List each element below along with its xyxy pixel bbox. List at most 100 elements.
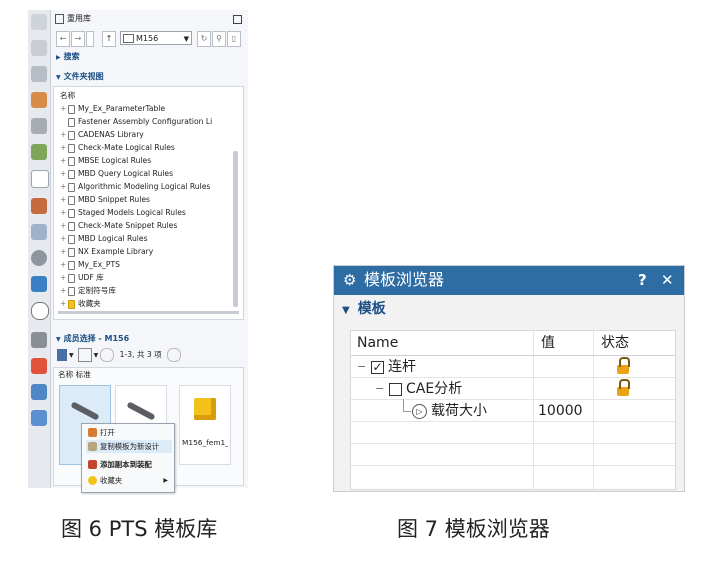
expand-toggle[interactable]: +: [60, 284, 68, 297]
constraint-icon[interactable]: [31, 118, 47, 134]
tree-item[interactable]: + Check-Mate Logical Rules: [60, 141, 220, 154]
tree-item[interactable]: + MBD Query Logical Rules: [60, 167, 220, 180]
folder-view-section-header[interactable]: ▼ 文件夹视图: [53, 70, 245, 83]
expression-play-icon: ▷: [412, 404, 427, 419]
book-icon: [68, 286, 75, 296]
history-icon[interactable]: [31, 250, 47, 266]
path-selector[interactable]: M156 ▼: [120, 31, 192, 45]
row-value[interactable]: 10000: [538, 400, 583, 422]
row-divider: [351, 443, 675, 444]
tree-item[interactable]: + MBD Snippet Rules: [60, 193, 220, 206]
checkbox-unchecked[interactable]: [389, 383, 402, 396]
row-name: 载荷大小: [431, 403, 487, 419]
hd3d-icon[interactable]: [31, 198, 47, 214]
collapse-toggle[interactable]: −: [357, 356, 366, 378]
tree-item[interactable]: + MBSE Logical Rules: [60, 154, 220, 167]
tree-item[interactable]: + Algorithmic Modeling Logical Rules: [60, 180, 220, 193]
tree-item[interactable]: + My_Ex_ParameterTable: [60, 102, 220, 115]
add-component-icon: [88, 460, 97, 469]
gear-icon[interactable]: [31, 14, 47, 30]
knowledge-icon[interactable]: [31, 358, 47, 374]
tree-item[interactable]: + CADENAS Library: [60, 128, 220, 141]
menu-item-copy-template[interactable]: 复制模板为新设计: [86, 440, 172, 453]
scrollbar[interactable]: [233, 151, 238, 307]
column-header-value[interactable]: 值: [541, 332, 555, 354]
system-icon[interactable]: [31, 410, 47, 426]
maximize-icon[interactable]: [233, 15, 242, 24]
tree-item-label: My_Ex_ParameterTable: [78, 104, 166, 113]
chevron-right-icon: ▶: [163, 477, 168, 484]
menu-item-favorites[interactable]: 收藏夹 ▶: [86, 474, 172, 487]
help-button[interactable]: ?: [638, 269, 647, 291]
column-header-name[interactable]: Name: [357, 332, 398, 354]
member-count: 1-3, 共 3 项: [119, 350, 162, 359]
filter-icon[interactable]: [77, 348, 92, 362]
expand-toggle[interactable]: +: [60, 297, 68, 310]
clock-icon[interactable]: [31, 302, 49, 320]
book-icon: [68, 273, 75, 283]
tree-column-header: 名称: [60, 91, 76, 100]
book-icon: [68, 221, 75, 231]
assembly-navigator-icon[interactable]: [31, 92, 47, 108]
expand-toggle[interactable]: +: [60, 219, 68, 232]
roles-icon[interactable]: [31, 144, 47, 160]
tree-item[interactable]: + NX Example Library: [60, 245, 220, 258]
library-button[interactable]: ▯: [227, 31, 241, 47]
tree-item[interactable]: + My_Ex_PTS: [60, 258, 220, 271]
view-icon[interactable]: [57, 349, 67, 361]
tree-item[interactable]: + UDF 库: [60, 271, 220, 284]
member-section-header[interactable]: ▼ 成员选择 - M156: [53, 332, 245, 345]
palette-icon[interactable]: [31, 276, 47, 292]
menu-item-open[interactable]: 打开: [86, 426, 172, 439]
expand-toggle[interactable]: +: [60, 258, 68, 271]
forward-button[interactable]: →: [71, 31, 85, 47]
close-button[interactable]: ✕: [661, 269, 674, 291]
part-navigator-icon[interactable]: [31, 66, 47, 82]
expand-toggle[interactable]: +: [60, 271, 68, 284]
search-section-header[interactable]: ▶ 搜索: [53, 50, 245, 63]
expand-toggle[interactable]: +: [60, 193, 68, 206]
expand-toggle[interactable]: +: [60, 128, 68, 141]
history-dropdown[interactable]: [86, 31, 94, 47]
expand-toggle[interactable]: +: [60, 154, 68, 167]
expand-toggle[interactable]: +: [60, 141, 68, 154]
collapse-toggle[interactable]: −: [375, 378, 384, 400]
expand-toggle[interactable]: +: [60, 102, 68, 115]
settings-icon[interactable]: [31, 40, 47, 56]
chevron-down-icon[interactable]: ▼: [94, 352, 99, 359]
tree-item-label: 定制符号库: [78, 286, 116, 295]
expand-toggle[interactable]: +: [60, 206, 68, 219]
column-header-status[interactable]: 状态: [601, 332, 629, 354]
expand-toggle[interactable]: +: [60, 167, 68, 180]
tree-item[interactable]: + MBD Logical Rules: [60, 232, 220, 245]
expand-toggle[interactable]: +: [60, 245, 68, 258]
web-browser-icon[interactable]: [31, 224, 47, 240]
checkbox-checked[interactable]: ✓: [371, 361, 384, 374]
book-icon: [68, 195, 75, 205]
tree-item[interactable]: + 定制符号库: [60, 284, 220, 297]
tree-item[interactable]: + Staged Models Logical Rules: [60, 206, 220, 219]
kf-icon[interactable]: [31, 384, 47, 400]
book-icon: [68, 104, 75, 114]
tree-item[interactable]: Fastener Assembly Configuration Li: [60, 115, 220, 128]
chevron-down-icon[interactable]: ▼: [69, 352, 74, 359]
horizontal-scrollbar[interactable]: [58, 311, 239, 314]
expand-toggle[interactable]: +: [60, 180, 68, 193]
reuse-library-icon[interactable]: [31, 170, 49, 188]
tree-item[interactable]: + Check-Mate Snippet Rules: [60, 219, 220, 232]
up-button[interactable]: ↑: [102, 31, 116, 47]
refresh-button[interactable]: ↻: [197, 31, 211, 47]
next-page-icon[interactable]: [167, 348, 182, 362]
search-option-button[interactable]: ⚲: [212, 31, 226, 47]
template-section-header[interactable]: ▼ 模板: [342, 299, 678, 319]
prev-page-icon[interactable]: [100, 348, 115, 362]
gear-icon: ⚙: [343, 271, 357, 289]
back-button[interactable]: ←: [56, 31, 70, 47]
menu-item-add-to-assembly[interactable]: 添加副本到装配: [86, 458, 172, 471]
member-thumbnail[interactable]: M156_fem1_i: [179, 385, 231, 465]
process-studio-icon[interactable]: [31, 332, 47, 348]
tree-item[interactable]: + 收藏夹: [60, 297, 220, 310]
navigation-row: ← → ↑ M156 ▼ ↻ ⚲ ▯: [54, 30, 244, 48]
row-name: CAE分析: [406, 381, 463, 397]
expand-toggle[interactable]: +: [60, 232, 68, 245]
